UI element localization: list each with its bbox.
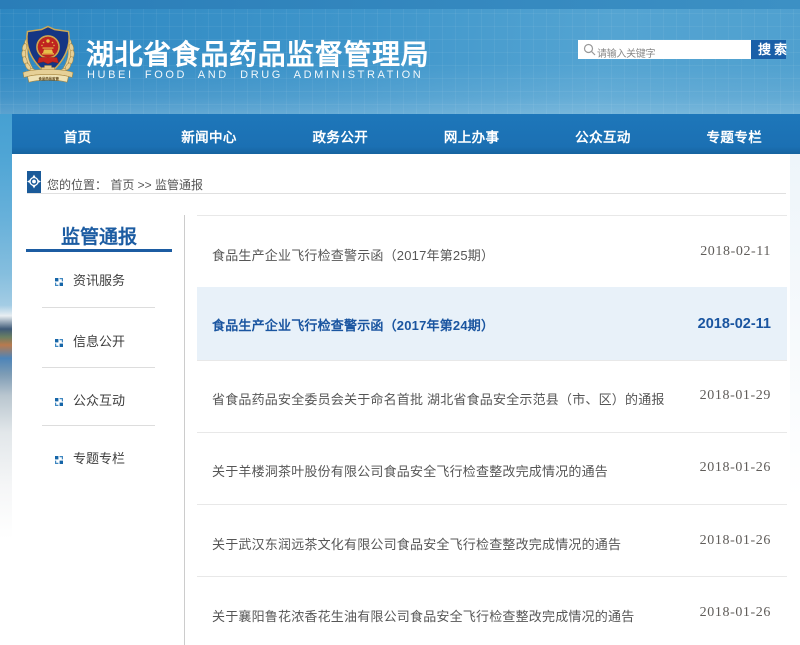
svg-text:食品药品监管: 食品药品监管 bbox=[39, 76, 60, 81]
